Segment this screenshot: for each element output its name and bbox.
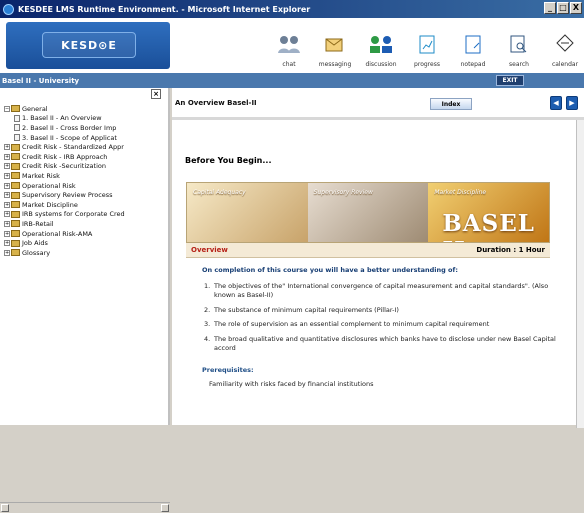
document-icon xyxy=(14,134,20,142)
notepad-button[interactable]: notepad xyxy=(450,18,496,73)
lesson-vertical-scrollbar[interactable] xyxy=(576,120,584,428)
scroll-right-arrow-icon[interactable] xyxy=(161,504,169,512)
tree-item[interactable]: 3. Basel II - Scope of Applicat xyxy=(4,133,166,143)
folder-icon xyxy=(11,153,20,161)
course-bar: Basel II - University EXIT xyxy=(0,73,584,88)
folder-icon xyxy=(11,143,20,151)
banner-panel-capital-adequacy: Capital Adequacy xyxy=(187,183,308,242)
tree-folder[interactable]: + Glossary xyxy=(4,248,166,258)
maximize-button[interactable]: □ xyxy=(557,2,569,14)
browser-window: KESDEE LMS Runtime Environment. - Micros… xyxy=(0,0,584,513)
kesdee-logo: KESD⊙E xyxy=(42,32,136,58)
notepad-icon xyxy=(465,35,481,54)
scroll-left-arrow-icon[interactable] xyxy=(1,504,9,512)
tree-horizontal-scrollbar[interactable] xyxy=(0,502,170,513)
internet-explorer-icon xyxy=(3,3,14,15)
learning-outcomes-heading: On completion of this course you will ha… xyxy=(202,266,458,274)
course-tree: − General 1. Basel II - An Overview 2. Ba… xyxy=(4,104,166,258)
folder-icon xyxy=(11,230,20,238)
index-button[interactable]: Index xyxy=(430,98,472,110)
folder-icon xyxy=(11,182,20,190)
folder-icon xyxy=(11,191,20,199)
app-header: KESD⊙E chat messaging discussion progres… xyxy=(0,18,584,73)
exit-button[interactable]: EXIT xyxy=(496,75,524,86)
tree-folder[interactable]: + Credit Risk - Standardized Appr xyxy=(4,142,166,152)
folder-icon xyxy=(11,210,20,218)
document-icon xyxy=(14,114,20,122)
basel-ii-headline: BASEL II xyxy=(442,210,535,242)
overview-label: Overview xyxy=(191,246,228,254)
search-icon xyxy=(510,35,527,53)
lesson-title: An Overview Basel-II xyxy=(175,98,257,107)
tree-folder[interactable]: + IRB systems for Corporate Cred xyxy=(4,210,166,220)
tree-folder[interactable]: + Credit Risk -Securitization xyxy=(4,162,166,172)
tree-root-general[interactable]: − General xyxy=(4,104,166,114)
prerequisites-text: Familiarity with risks faced by financia… xyxy=(209,380,374,388)
progress-icon xyxy=(419,35,435,54)
lesson-content: Before You Begin... Capital Adequacy Sup… xyxy=(172,117,584,428)
tree-folder[interactable]: + Operational Risk xyxy=(4,181,166,191)
messaging-icon xyxy=(325,38,343,52)
toolbar: chat messaging discussion progress notep… xyxy=(266,18,584,73)
calendar-button[interactable]: calendar xyxy=(542,18,584,73)
course-tree-pane: × − General 1. Basel II - An Overview 2. … xyxy=(0,88,170,513)
folder-icon xyxy=(11,249,20,257)
discussion-button[interactable]: discussion xyxy=(358,18,404,73)
lesson-header: An Overview Basel-II Index ◀ ▶ xyxy=(172,88,584,117)
folder-icon xyxy=(11,239,20,247)
calendar-icon xyxy=(556,34,574,52)
folder-icon xyxy=(11,220,20,228)
tree-folder[interactable]: + Market Discipline xyxy=(4,200,166,210)
overview-bar: Overview Duration : 1 Hour xyxy=(186,243,550,258)
close-button[interactable]: X xyxy=(570,2,582,14)
lesson-pane: An Overview Basel-II Index ◀ ▶ Before Yo… xyxy=(172,88,584,428)
basel-banner: Capital Adequacy Supervisory Review Mark… xyxy=(186,182,550,243)
document-icon xyxy=(14,124,20,132)
previous-button[interactable]: ◀ xyxy=(550,96,562,110)
objectives-list: 1. The objectives of the" International c… xyxy=(204,282,564,359)
duration-label: Duration : 1 Hour xyxy=(476,246,545,254)
discussion-icon xyxy=(370,36,392,53)
window-controls: _ □ X xyxy=(544,2,582,14)
objective-item: 3. The role of supervision as an essentia… xyxy=(204,320,490,329)
tree-folder[interactable]: + Job Aids xyxy=(4,238,166,248)
tree-folder[interactable]: + IRB-Retail xyxy=(4,219,166,229)
folder-icon xyxy=(11,172,20,180)
banner-panel-supervisory-review: Supervisory Review xyxy=(307,183,429,242)
tree-folder[interactable]: + Market Risk xyxy=(4,171,166,181)
tree-item[interactable]: 2. Basel II - Cross Border Imp xyxy=(4,123,166,133)
tree-folder[interactable]: + Operational Risk-AMA xyxy=(4,229,166,239)
tree-folder[interactable]: + Credit Risk - IRB Approach xyxy=(4,152,166,162)
collapse-pane-button[interactable]: × xyxy=(151,89,161,99)
search-button[interactable]: search xyxy=(496,18,542,73)
chat-button[interactable]: chat xyxy=(266,18,312,73)
window-title: KESDEE LMS Runtime Environment. - Micros… xyxy=(18,4,311,14)
next-button[interactable]: ▶ xyxy=(566,96,578,110)
folder-icon xyxy=(11,162,20,170)
tree-folder[interactable]: + Supervisory Review Process xyxy=(4,190,166,200)
course-title: Basel II - University xyxy=(2,76,80,85)
before-you-begin-heading: Before You Begin... xyxy=(185,156,272,165)
progress-button[interactable]: progress xyxy=(404,18,450,73)
chat-icon xyxy=(278,36,300,53)
folder-icon xyxy=(11,201,20,209)
objective-item: 1. The objectives of the" International c… xyxy=(204,282,549,299)
prerequisites-heading: Prerequisites: xyxy=(202,366,254,374)
logo-area: KESD⊙E xyxy=(6,22,170,69)
banner-panel-market-discipline: Market DisciplineBASEL II xyxy=(428,183,549,242)
minimize-button[interactable]: _ xyxy=(544,2,556,14)
messaging-button[interactable]: messaging xyxy=(312,18,358,73)
title-bar: KESDEE LMS Runtime Environment. - Micros… xyxy=(0,0,584,18)
objective-item: 2. The substance of minimum capital requi… xyxy=(204,305,399,314)
objective-item: 4. The broad qualitative and quantitative… xyxy=(204,335,556,352)
tree-item[interactable]: 1. Basel II - An Overview xyxy=(4,114,166,124)
folder-icon xyxy=(11,105,20,113)
